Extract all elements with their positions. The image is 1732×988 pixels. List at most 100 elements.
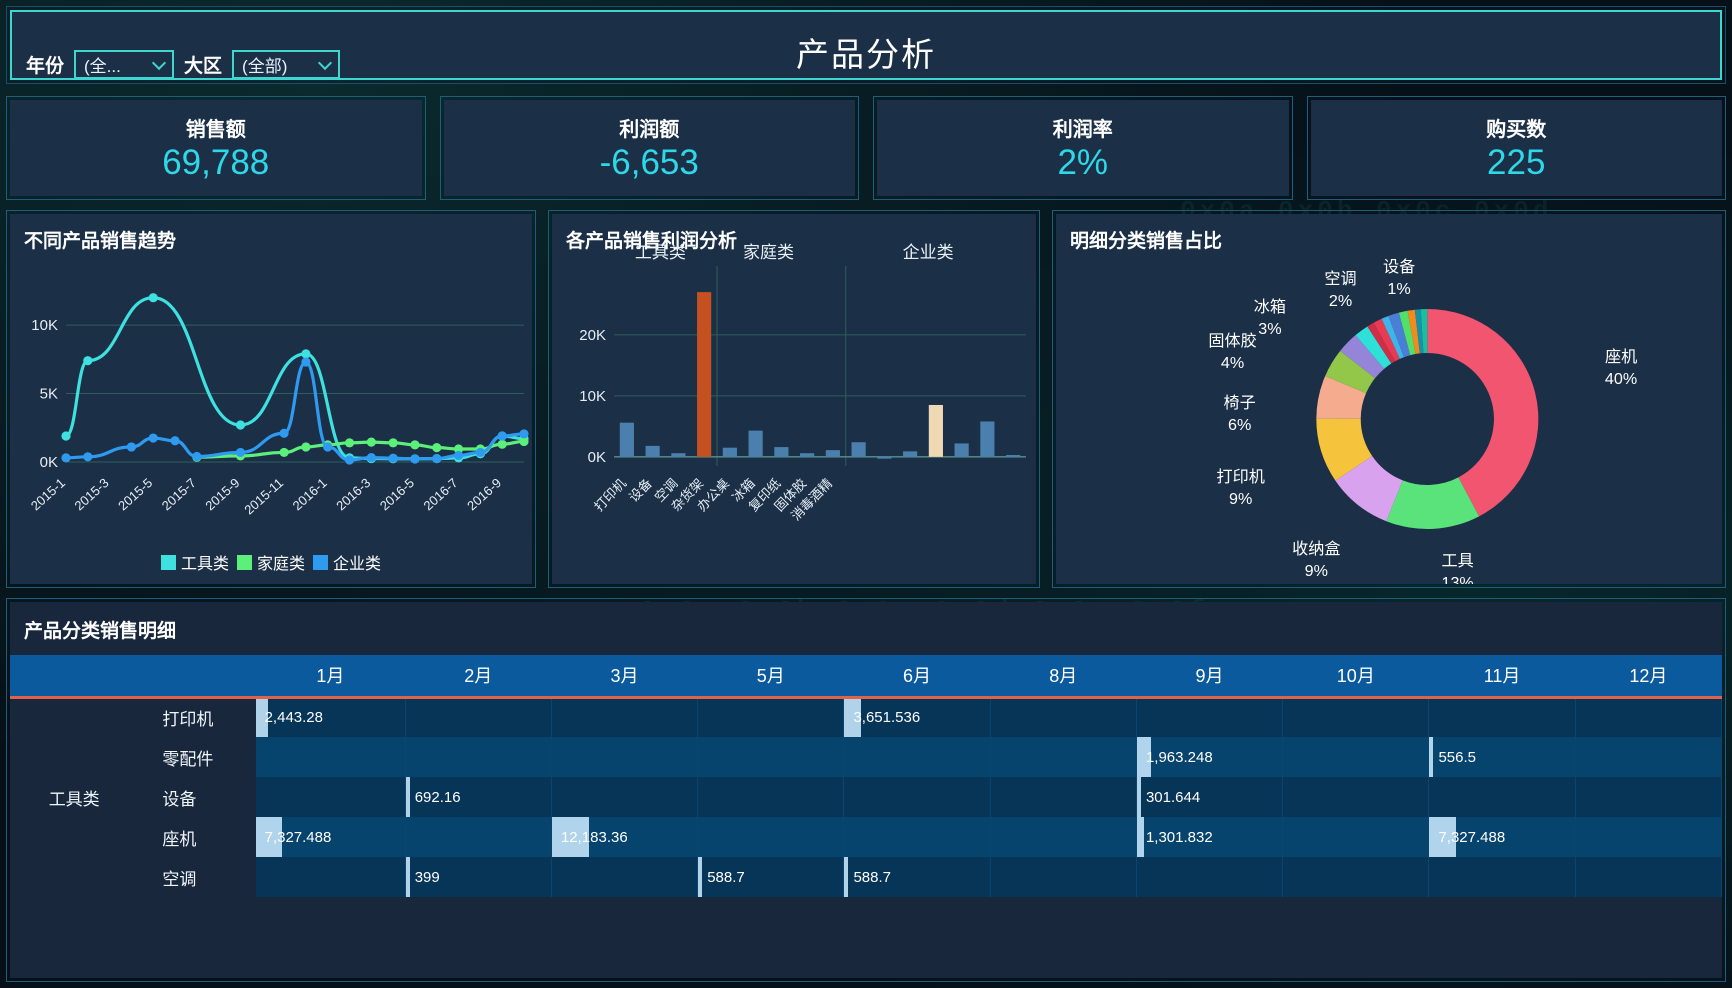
table-row[interactable]: 设备 692.16 301.644: [10, 777, 1722, 817]
table-value-cell: [1428, 857, 1576, 897]
table-value-cell: 588.7: [697, 857, 845, 897]
svg-text:冰箱: 冰箱: [1254, 298, 1286, 316]
svg-text:20K: 20K: [579, 327, 606, 344]
cell-value: 301.644: [1145, 788, 1201, 806]
table-header-month[interactable]: 5月: [697, 655, 844, 699]
table-value-cell: 399: [405, 857, 552, 897]
cell-value: 556.5: [1438, 748, 1476, 766]
table-subcategory-cell: 设备: [162, 789, 197, 809]
table-value-cell: [1282, 817, 1430, 857]
svg-text:4%: 4%: [1221, 354, 1244, 372]
table-value-cell: 3,651.536: [843, 697, 991, 737]
kpi-card-profit[interactable]: 利润额 -6,653: [439, 96, 859, 200]
table-row[interactable]: 零配件 1,963.248 556.5: [10, 737, 1722, 777]
category-share-donut-chart: 座机 40% 工具 13% 收纳盒 9% 打印机 9% 椅子 6% 固体胶 4% 冰箱 3% 空调 2% 设备 1…: [1208, 258, 1637, 584]
table-value-cell: [255, 777, 406, 817]
table-value-cell: [405, 697, 552, 737]
bar-chart-panel: 各产品销售利润分析 0K 10K 20K 工具类 家庭类 企业类 打印机 设备 空调 杂货架 办公桌…: [548, 210, 1040, 588]
cell-value: 399: [414, 868, 440, 886]
table-header-blank[interactable]: [138, 655, 256, 699]
table-row[interactable]: 空调 399 588.7 588.7: [10, 857, 1722, 897]
kpi-label: 销售额: [185, 119, 246, 142]
table-subcategory-cell: 打印机: [162, 710, 214, 730]
chevron-down-icon: [317, 55, 333, 70]
table-value-cell: 556.5: [1428, 737, 1576, 777]
cell-value: 7,327.488: [1438, 828, 1506, 846]
cell-bar: [1429, 737, 1434, 777]
table-value-cell: [551, 857, 699, 897]
table-value-cell: [551, 777, 699, 817]
table-value-cell: [1282, 857, 1430, 897]
legend-label: 家庭类: [256, 556, 305, 573]
table-category-cell: 工具类: [10, 697, 139, 897]
table-subcategory-cell: 座机: [162, 829, 197, 849]
table-value-cell: [697, 737, 845, 777]
table-value-cell: [1428, 777, 1576, 817]
svg-text:设备: 设备: [1383, 258, 1415, 276]
svg-text:2%: 2%: [1329, 292, 1352, 310]
table-header-month[interactable]: 1月: [255, 655, 406, 699]
table-value-cell: [1575, 737, 1722, 777]
table-header-month[interactable]: 9月: [1136, 655, 1283, 699]
line-chart-legend: 工具类 家庭类 企业类: [10, 550, 532, 574]
legend-item-enterprise[interactable]: 企业类: [313, 550, 381, 574]
svg-text:1%: 1%: [1387, 280, 1410, 298]
svg-text:40%: 40%: [1605, 370, 1637, 388]
svg-text:6%: 6%: [1228, 416, 1251, 434]
year-filter-select[interactable]: (全...: [74, 50, 175, 79]
table-subcategory-cell: 空调: [162, 869, 197, 889]
legend-item-tools[interactable]: 工具类: [160, 550, 229, 574]
cell-value: 3,651.536: [853, 709, 921, 727]
filter-bar: 年份 (全... 大区 (全部): [26, 50, 341, 79]
svg-text:2015-9: 2015-9: [202, 475, 242, 513]
region-filter-select[interactable]: (全部): [232, 50, 341, 79]
svg-text:2015-5: 2015-5: [115, 475, 155, 513]
table-header-month[interactable]: 10月: [1282, 655, 1429, 699]
table-value-cell: [843, 737, 991, 777]
table-header-month[interactable]: 12月: [1575, 655, 1722, 699]
table-header-month[interactable]: 8月: [990, 655, 1137, 699]
svg-text:打印机: 打印机: [1216, 468, 1264, 486]
svg-text:座机: 座机: [1605, 348, 1637, 366]
legend-swatch: [236, 554, 252, 570]
table-value-cell: [1575, 697, 1722, 737]
legend-swatch: [313, 554, 328, 570]
charts-row: 不同产品销售趋势 0K 5K 10K 2015-1 2015-3 2015-5 2015-7…: [6, 210, 1726, 588]
kpi-label: 购买数: [1486, 119, 1547, 142]
table-value-cell: [990, 817, 1137, 857]
table-value-cell: [551, 737, 699, 777]
dashboard-header: 产品分析 年份 (全... 大区 (全部): [6, 6, 1726, 84]
table-value-cell: [843, 777, 991, 817]
cell-bar: [844, 857, 849, 897]
region-filter-label: 大区: [184, 56, 223, 77]
svg-text:固体胶: 固体胶: [1208, 332, 1256, 350]
table-subcategory-cell: 零配件: [162, 749, 214, 769]
kpi-card-sales[interactable]: 销售额 69,788: [6, 96, 426, 200]
kpi-card-purchase-count[interactable]: 购买数 225: [1306, 96, 1726, 200]
kpi-label: 利润额: [619, 119, 680, 142]
table-value-cell: [1282, 737, 1430, 777]
table-value-cell: 692.16: [405, 777, 552, 817]
table-header-blank[interactable]: [10, 655, 139, 699]
table-header-month[interactable]: 2月: [405, 655, 552, 699]
table-header-month[interactable]: 6月: [843, 655, 991, 699]
table-value-cell: [990, 777, 1137, 817]
table-header-row: 1月 2月 3月 5月 6月 8月 9月 10月 11月 12月: [10, 655, 1722, 699]
cell-value: 12,183.36: [560, 828, 628, 846]
sales-detail-table: 1月 2月 3月 5月 6月 8月 9月 10月 11月 12月 工具类 打印机 2,443.28 3,…: [10, 655, 1722, 897]
svg-text:椅子: 椅子: [1224, 394, 1256, 412]
table-row[interactable]: 工具类 打印机 2,443.28 3,651.536: [10, 697, 1722, 897]
legend-item-home[interactable]: 家庭类: [236, 550, 305, 574]
cell-value: 2,443.28: [264, 709, 323, 727]
table-value-cell: [1428, 697, 1576, 737]
svg-text:打印机: 打印机: [591, 476, 629, 514]
table-header-month[interactable]: 11月: [1428, 655, 1576, 699]
table-header-month[interactable]: 3月: [551, 655, 698, 699]
table-row[interactable]: 座机 7,327.488 12,183.36 1,301.832 7,327.488: [10, 817, 1722, 857]
kpi-value: 2%: [1057, 143, 1109, 183]
kpi-label: 利润率: [1052, 119, 1113, 142]
table-value-cell: [405, 817, 552, 857]
svg-text:3%: 3%: [1258, 320, 1281, 338]
table-value-cell: [1282, 777, 1430, 817]
kpi-card-profit-rate[interactable]: 利润率 2%: [873, 96, 1293, 200]
